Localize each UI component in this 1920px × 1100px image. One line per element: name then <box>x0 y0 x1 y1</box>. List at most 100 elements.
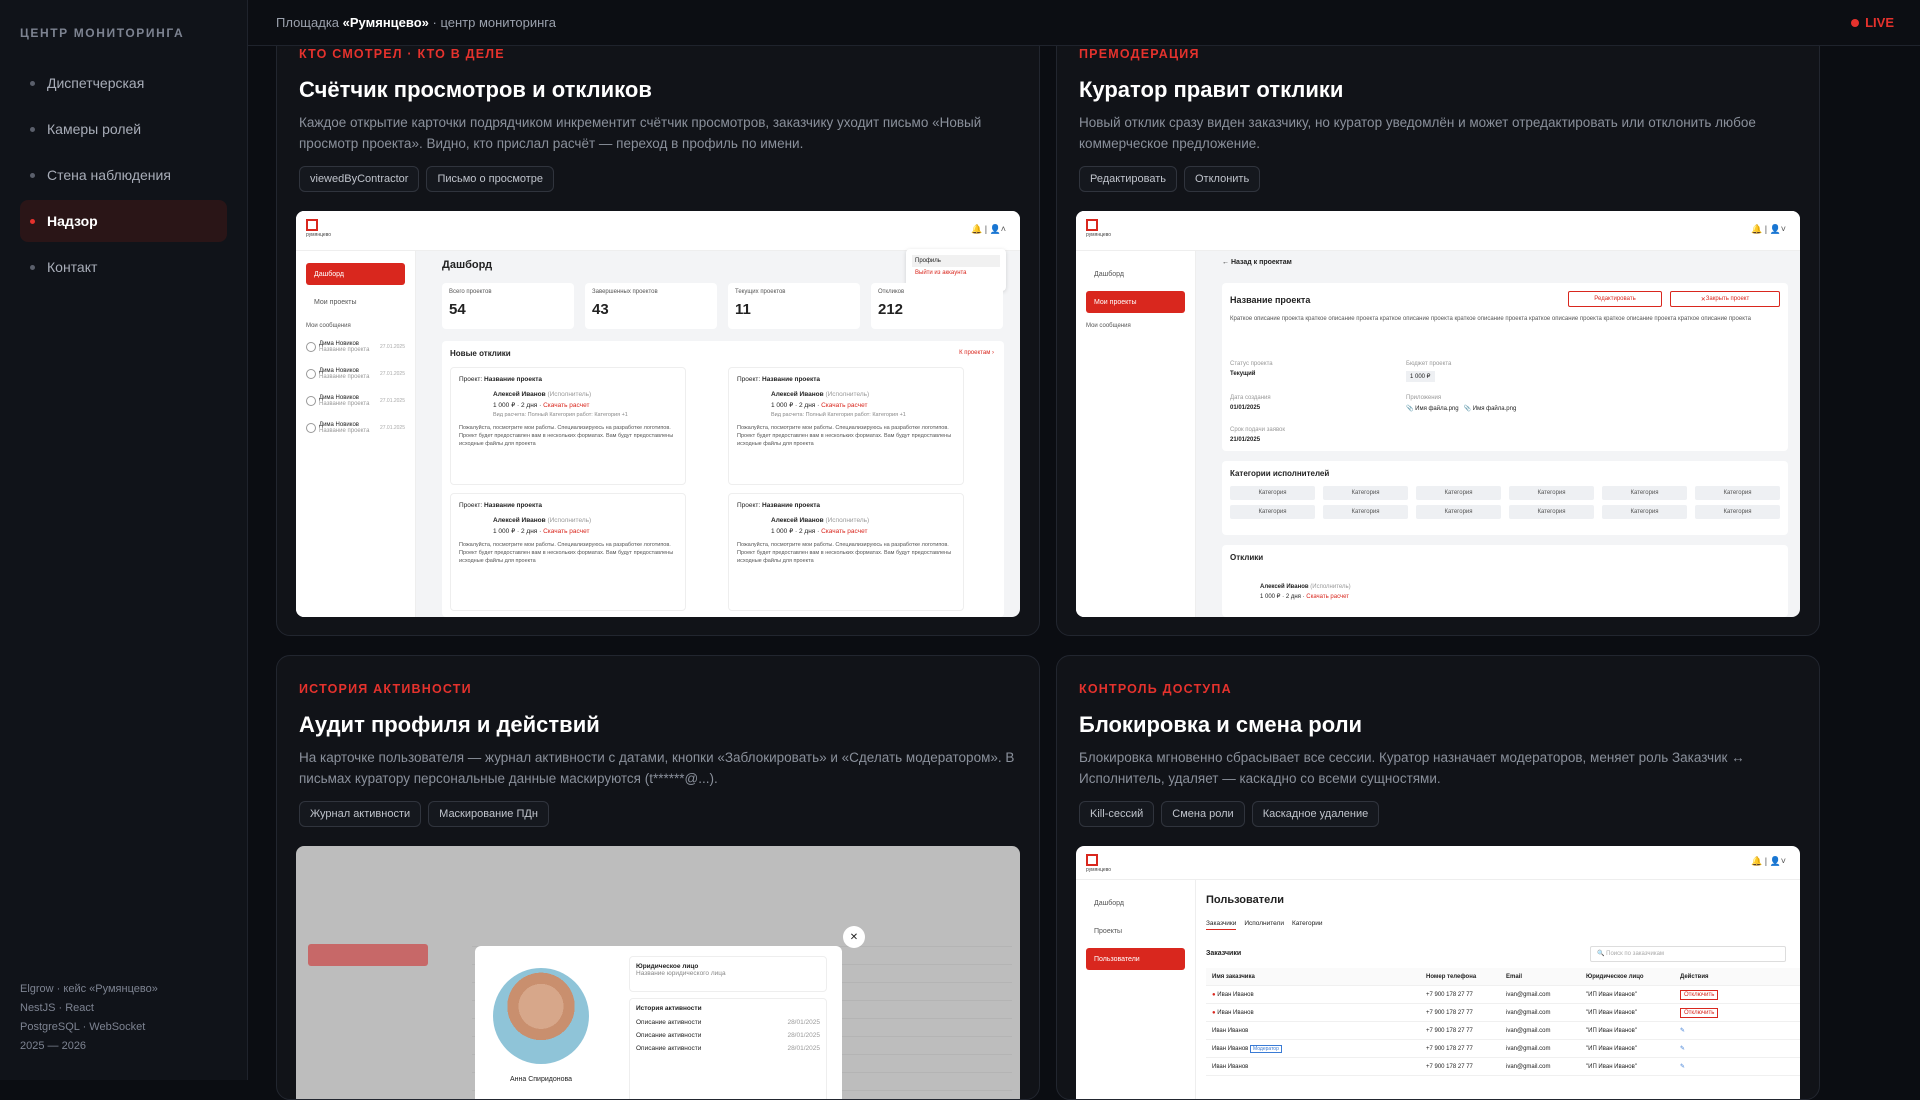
stat-value: 43 <box>592 301 609 318</box>
history-item: Описание активности 28/01/2025 <box>636 1032 820 1039</box>
stat-card: Завершенных проектов 43 <box>585 283 717 329</box>
cell-name: Иван Иванов <box>1217 1009 1254 1016</box>
created-value: 01/01/2025 <box>1230 405 1261 411</box>
resp-more: +1 <box>899 412 906 418</box>
menu-logout: Выйти из аккаунта <box>915 270 967 276</box>
sidebar-item-wall[interactable]: Стена наблюдения <box>20 154 227 196</box>
menu-profile: Профиль <box>912 255 1000 267</box>
col-name: Имя заказчика <box>1212 973 1255 980</box>
cell-email: ivan@gmail.com <box>1506 1009 1551 1016</box>
card-description: На карточке пользователя — журнал активн… <box>299 750 1015 786</box>
tag: Письмо о просмотре <box>426 166 555 192</box>
resp-price: 1 000 ₽ <box>493 528 516 535</box>
card-kicker: ПРЕМОДЕРАЦИЯ <box>1079 47 1200 61</box>
sidebar-item-oversight[interactable]: Надзор <box>20 200 227 242</box>
history-item: Описание активности 28/01/2025 <box>636 1019 820 1026</box>
history-label: Описание активности <box>636 1045 702 1052</box>
attach-label: Приложения <box>1406 395 1442 401</box>
col-email: Email <box>1506 973 1523 980</box>
back-link: ← Назад к проектам <box>1222 259 1292 266</box>
edit-icon: ✎ <box>1680 1064 1686 1070</box>
sidebar-item-label: Надзор <box>47 213 98 229</box>
bell-user-icons: 🔔 | 👤˅ <box>1750 856 1786 866</box>
budget-label: Бюджет проекта <box>1406 361 1452 367</box>
edit-icon: ✎ <box>1680 1046 1686 1052</box>
tag: Kill-сессий <box>1079 801 1155 827</box>
msg-sub: Название проекта <box>319 373 370 380</box>
resp-cat: Категория <box>594 412 621 418</box>
sidebar-item-contact[interactable]: Контакт <box>20 246 227 288</box>
tag: Маскирование ПДн <box>428 801 549 827</box>
unblock-button: Отключить <box>1680 1007 1719 1018</box>
message-item: Дима Новиков Название проекта 27.01.2025 <box>306 387 405 414</box>
table-row: Иван Иванов +7 900 178 27 77 ivan@gmail.co… <box>1206 1022 1800 1040</box>
card-kicker: КТО СМОТРЕЛ · КТО В ДЕЛЕ <box>299 47 505 61</box>
bell-user-icons: 🔔 | 👤˅ <box>1750 224 1786 234</box>
resp-type: Полный <box>527 412 548 418</box>
sidebar-footer: Elgrow · кейс «Румянцево» NestJS · React… <box>20 980 158 1056</box>
sidebar-title: ЦЕНТР МОНИТОРИНГА <box>20 26 185 40</box>
resp-cat: Категория <box>872 412 899 418</box>
feature-card-access: КОНТРОЛЬ ДОСТУПА Блокировка и смена роли… <box>1056 655 1820 1100</box>
resp-author: Алексей Иванов <box>1260 584 1309 590</box>
sidebar-item-role-cameras[interactable]: Камеры ролей <box>20 108 227 150</box>
mini-nav-users: Пользователи <box>1086 948 1185 970</box>
crumb-suffix: · центр мониторинга <box>432 15 556 30</box>
avatar-icon <box>306 341 316 352</box>
footer-line: NestJS · React <box>20 1002 94 1014</box>
resp-prefix: Проект: <box>737 502 761 509</box>
mini-page-title: Дашборд <box>442 259 493 271</box>
avatar-icon <box>306 368 316 379</box>
category-chip: Категория <box>1416 505 1501 519</box>
sidebar-item-label: Камеры ролей <box>47 121 142 137</box>
logo-icon <box>306 219 318 231</box>
responses-panel: Отклики Алексей Иванов (Исполнитель) 1 0… <box>1222 545 1788 617</box>
resp-author: Алексей Иванов <box>771 391 824 398</box>
mini-nav-dashboard: Дашборд <box>306 263 405 285</box>
resp-days: 2 дня <box>521 402 538 409</box>
col-phone: Номер телефона <box>1426 973 1477 980</box>
category-grid: Категория Категория Категория Категория Кате… <box>1230 486 1780 519</box>
resp-text: Пожалуйста, посмотрите мои работы. Специ… <box>459 542 674 564</box>
sidebar-nav: Диспетчерская Камеры ролей Стена наблюде… <box>20 62 227 292</box>
logo-text: румянцево <box>1086 232 1112 238</box>
resp-price: 1 000 ₽ <box>1260 594 1281 600</box>
tab-contractors: Исполнители <box>1244 920 1284 927</box>
card-kicker: ИСТОРИЯ АКТИВНОСТИ <box>299 682 472 696</box>
category-chip: Категория <box>1602 486 1687 500</box>
crumb-site[interactable]: «Румянцево» <box>343 15 429 30</box>
project-short-desc: Краткое описание проекта краткое описани… <box>1230 316 1751 322</box>
resp-price: 1 000 ₽ <box>493 402 516 409</box>
resp-days: 2 дня <box>799 402 816 409</box>
category-chip: Категория <box>1602 505 1687 519</box>
history-title: История активности <box>636 1005 702 1012</box>
mini-nav-projects: Мои проекты <box>314 298 357 306</box>
screenshot-project: румянцево 🔔 | 👤˅ Дашборд Мои проекты Мои… <box>1076 211 1800 617</box>
history-label: Описание активности <box>636 1032 702 1039</box>
stat-label: Всего проектов <box>449 289 492 295</box>
table-row: ● Иван Иванов +7 900 178 27 77 ivan@gmail.… <box>1206 986 1800 1004</box>
resp-price: 1 000 ₽ <box>771 528 794 535</box>
mini-search: 🔍 Поиск по заказчикам <box>1590 946 1786 962</box>
bullet-icon <box>30 218 35 224</box>
project-details: Название проекта Редактировать ✕ Закрыть… <box>1222 283 1788 451</box>
card-tags: Редактировать Отклонить <box>1079 166 1261 192</box>
search-placeholder: Поиск по заказчикам <box>1606 951 1665 957</box>
crumb-prefix: Площадка <box>276 15 340 30</box>
resp-text: Пожалуйста, посмотрите мои работы. Специ… <box>737 425 952 447</box>
category-chip: Категория <box>1323 486 1408 500</box>
avatar-icon <box>306 395 316 406</box>
resp-text: Пожалуйста, посмотрите мои работы. Специ… <box>737 542 952 564</box>
mini-nav-dashboard: Дашборд <box>1094 270 1124 278</box>
sidebar-item-dispatch[interactable]: Диспетчерская <box>20 62 227 104</box>
attach-file: Имя файла.png <box>1472 406 1517 412</box>
resp-role: (Исполнитель) <box>547 391 592 398</box>
deadline-label: Срок подачи заявок <box>1230 427 1286 433</box>
mini-page-title: Пользователи <box>1206 894 1285 906</box>
tag: Редактировать <box>1079 166 1177 192</box>
tag: viewedByContractor <box>299 166 420 192</box>
response-card: Проект: Название проекта Алексей Иванов … <box>728 367 964 485</box>
cell-email: ivan@gmail.com <box>1506 1063 1551 1070</box>
response-card: Проект: Название проекта Алексей Иванов … <box>450 367 686 485</box>
topbar: Площадка «Румянцево» · центр мониторинга… <box>248 0 1920 46</box>
